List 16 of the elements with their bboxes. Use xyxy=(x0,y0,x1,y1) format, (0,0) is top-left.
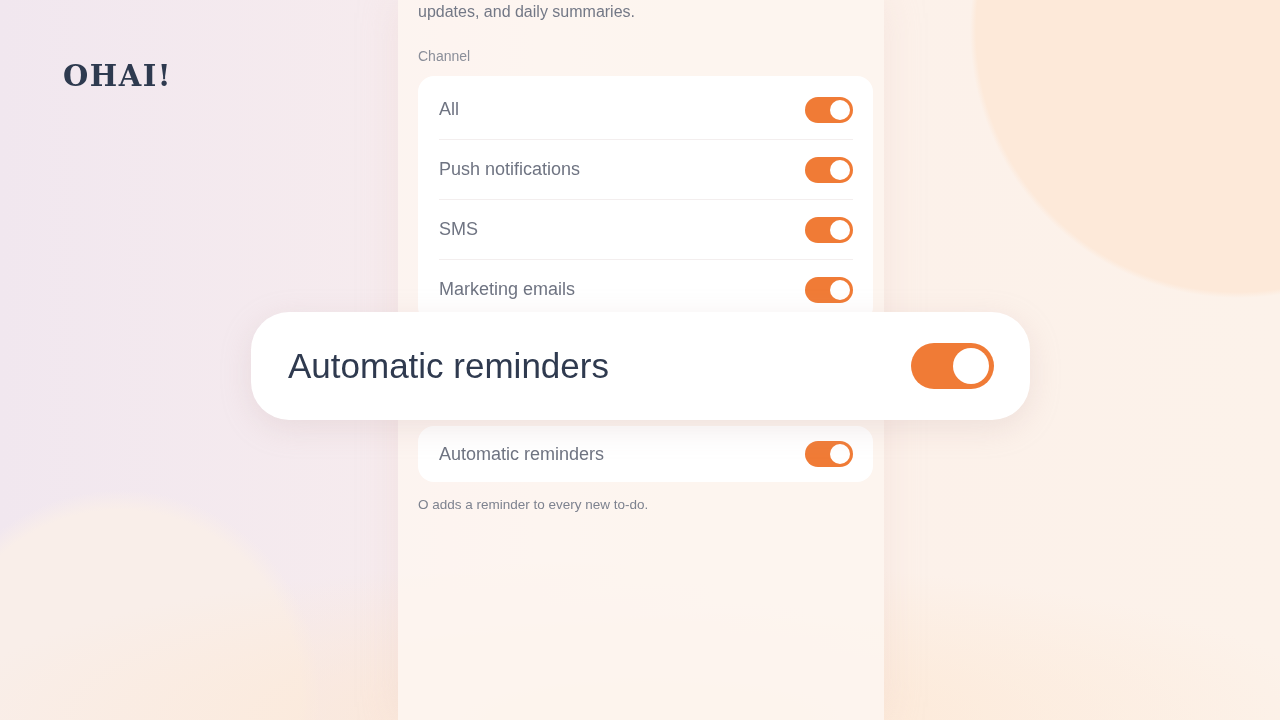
intro-text: updates, and daily summaries. xyxy=(418,2,636,22)
helper-text: O adds a reminder to every new to-do. xyxy=(418,496,650,514)
toggle-switch[interactable] xyxy=(805,276,853,303)
setting-label: Automatic reminders xyxy=(288,345,609,387)
section-label: Channel xyxy=(418,47,472,65)
logo-text: OHAI! xyxy=(63,58,172,94)
toggle-switch[interactable] xyxy=(805,216,853,243)
setting-label: SMS xyxy=(439,219,478,240)
setting-label: Marketing emails xyxy=(439,279,576,300)
setting-label: All xyxy=(439,99,459,120)
toggle-switch[interactable] xyxy=(805,96,853,123)
toggle-switch[interactable] xyxy=(805,441,853,467)
setting-label: Automatic reminders xyxy=(439,443,605,465)
setting-label: Push notifications xyxy=(439,159,581,180)
toggle-switch[interactable] xyxy=(805,156,853,183)
toggle-switch[interactable] xyxy=(911,343,994,389)
